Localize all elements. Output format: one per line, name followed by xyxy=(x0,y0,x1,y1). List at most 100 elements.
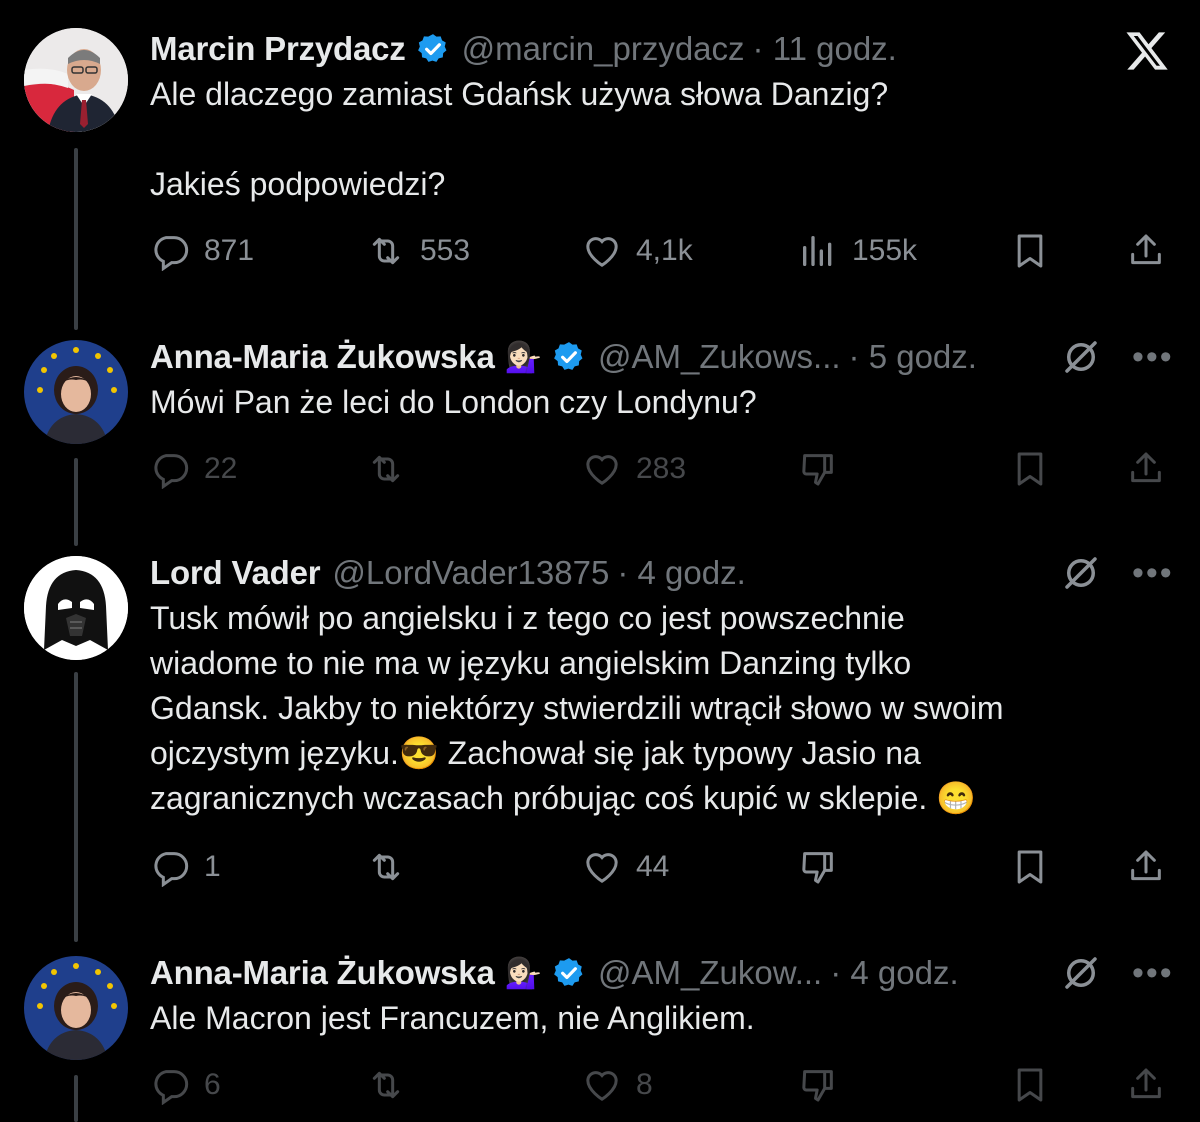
grok-icon[interactable] xyxy=(1060,552,1102,594)
bookmark-icon xyxy=(1017,234,1043,268)
reply-count: 22 xyxy=(204,452,238,485)
share-button[interactable] xyxy=(1126,226,1166,276)
timestamp[interactable]: · 5 godz. xyxy=(849,338,977,376)
like-icon xyxy=(586,455,618,485)
views-count: 155k xyxy=(852,234,918,267)
tweet-text: Mówi Pan że leci do London czy Londynu? xyxy=(150,384,757,420)
timestamp[interactable]: · 4 godz. xyxy=(830,954,958,992)
share-button[interactable] xyxy=(1126,1060,1166,1110)
tweet-actions: 871 553 4,1k 155k xyxy=(150,226,1170,276)
retweet-icon xyxy=(372,853,400,881)
share-icon xyxy=(1131,452,1161,483)
share-button[interactable] xyxy=(1126,842,1166,892)
timestamp[interactable]: · 4 godz. xyxy=(617,554,745,592)
reply-icon xyxy=(154,454,189,489)
tweet-actions: 1 44 xyxy=(150,842,1170,892)
dislike-button[interactable] xyxy=(798,444,838,494)
like-icon xyxy=(586,1071,618,1101)
author-handle[interactable]: @LordVader13875 xyxy=(332,554,609,592)
tweet[interactable]: Anna-Maria Żukowska 💁🏻‍♀️ @AM_Zukow... ·… xyxy=(0,950,1200,1122)
tweet-text: Ale Macron jest Francuzem, nie Anglikiem… xyxy=(150,1000,755,1036)
tweet-text: Ale dlaczego zamiast Gdańsk używa słowa … xyxy=(150,76,889,202)
tweet[interactable]: Lord Vader @LordVader13875 · 4 godz. •••… xyxy=(0,550,1200,930)
more-icon[interactable]: ••• xyxy=(1132,338,1174,377)
bookmark-button[interactable] xyxy=(1010,842,1050,892)
like-button[interactable]: 8 xyxy=(582,1060,653,1110)
retweet-button[interactable] xyxy=(366,444,406,494)
author-handle[interactable]: @AM_Zukow... xyxy=(598,954,822,992)
tweet[interactable]: Marcin Przydacz @marcin_przydacz · 11 go… xyxy=(0,26,1200,316)
views-icon xyxy=(803,236,832,266)
tweet-header: Marcin Przydacz @marcin_przydacz · 11 go… xyxy=(150,26,897,72)
share-icon xyxy=(1131,1068,1161,1099)
author-emoji: 💁🏻‍♀️ xyxy=(504,340,542,374)
verified-badge-icon xyxy=(554,342,583,370)
author-handle[interactable]: @marcin_przydacz xyxy=(462,30,745,68)
dislike-icon xyxy=(802,1070,833,1102)
like-button[interactable]: 4,1k xyxy=(582,226,693,276)
tweet-header: Anna-Maria Żukowska 💁🏻‍♀️ @AM_Zukow... ·… xyxy=(150,950,959,996)
like-icon xyxy=(586,853,618,883)
reply-button[interactable]: 1 xyxy=(150,842,221,892)
dislike-icon xyxy=(802,852,833,884)
verified-badge-icon xyxy=(417,34,447,62)
author-handle[interactable]: @AM_Zukows... xyxy=(598,338,841,376)
reply-count: 871 xyxy=(204,234,255,267)
verified-badge-icon xyxy=(554,958,583,986)
views-button[interactable]: 155k xyxy=(798,226,917,276)
reply-count: 6 xyxy=(204,1068,221,1101)
tweet-header: Anna-Maria Żukowska 💁🏻‍♀️ @AM_Zukows... … xyxy=(150,334,977,380)
tweet-header: Lord Vader @LordVader13875 · 4 godz. xyxy=(150,550,746,596)
avatar[interactable] xyxy=(24,28,128,132)
like-icon xyxy=(586,237,618,267)
grok-icon[interactable] xyxy=(1060,336,1102,378)
more-icon[interactable]: ••• xyxy=(1132,954,1174,993)
like-count: 8 xyxy=(636,1068,653,1101)
reply-button[interactable]: 871 xyxy=(150,226,254,276)
avatar[interactable] xyxy=(24,956,128,1060)
dislike-icon xyxy=(802,454,833,486)
retweet-icon xyxy=(372,455,400,483)
like-count: 4,1k xyxy=(636,234,693,267)
share-icon xyxy=(1131,234,1161,265)
author-name[interactable]: Marcin Przydacz xyxy=(150,30,406,68)
timestamp[interactable]: · 11 godz. xyxy=(753,30,897,68)
bookmark-icon xyxy=(1017,850,1043,884)
reply-icon xyxy=(154,1070,189,1105)
reply-icon xyxy=(154,852,189,887)
share-button[interactable] xyxy=(1126,444,1166,494)
tweet[interactable]: Anna-Maria Żukowska 💁🏻‍♀️ @AM_Zukows... … xyxy=(0,334,1200,514)
like-button[interactable]: 283 xyxy=(582,444,686,494)
bookmark-button[interactable] xyxy=(1010,1060,1050,1110)
tweet-text: Tusk mówił po angielsku i z tego co jest… xyxy=(150,600,1004,816)
reply-icon xyxy=(154,236,189,271)
retweet-button[interactable] xyxy=(366,1060,406,1110)
author-name[interactable]: Anna-Maria Żukowska xyxy=(150,954,495,992)
dislike-button[interactable] xyxy=(798,1060,838,1110)
reply-button[interactable]: 22 xyxy=(150,444,237,494)
reply-count: 1 xyxy=(204,850,221,883)
like-count: 44 xyxy=(636,850,670,883)
avatar[interactable] xyxy=(24,340,128,444)
bookmark-button[interactable] xyxy=(1010,444,1050,494)
author-name[interactable]: Lord Vader xyxy=(150,554,321,592)
grok-icon[interactable] xyxy=(1060,952,1102,994)
bookmark-icon xyxy=(1017,1068,1043,1102)
like-button[interactable]: 44 xyxy=(582,842,669,892)
retweet-button[interactable] xyxy=(366,842,406,892)
author-emoji: 💁🏻‍♀️ xyxy=(504,956,542,990)
retweet-count: 553 xyxy=(420,234,471,267)
share-icon xyxy=(1131,850,1161,881)
bookmark-icon xyxy=(1017,452,1043,486)
avatar[interactable] xyxy=(24,556,128,660)
more-icon[interactable]: ••• xyxy=(1132,554,1174,593)
dislike-button[interactable] xyxy=(798,842,838,892)
tweet-actions: 6 8 xyxy=(150,1060,1170,1110)
author-name[interactable]: Anna-Maria Żukowska xyxy=(150,338,495,376)
reply-button[interactable]: 6 xyxy=(150,1060,221,1110)
like-count: 283 xyxy=(636,452,687,485)
tweet-actions: 22 283 xyxy=(150,444,1170,494)
retweet-icon xyxy=(372,1071,400,1099)
bookmark-button[interactable] xyxy=(1010,226,1050,276)
retweet-button[interactable]: 553 xyxy=(366,226,470,276)
